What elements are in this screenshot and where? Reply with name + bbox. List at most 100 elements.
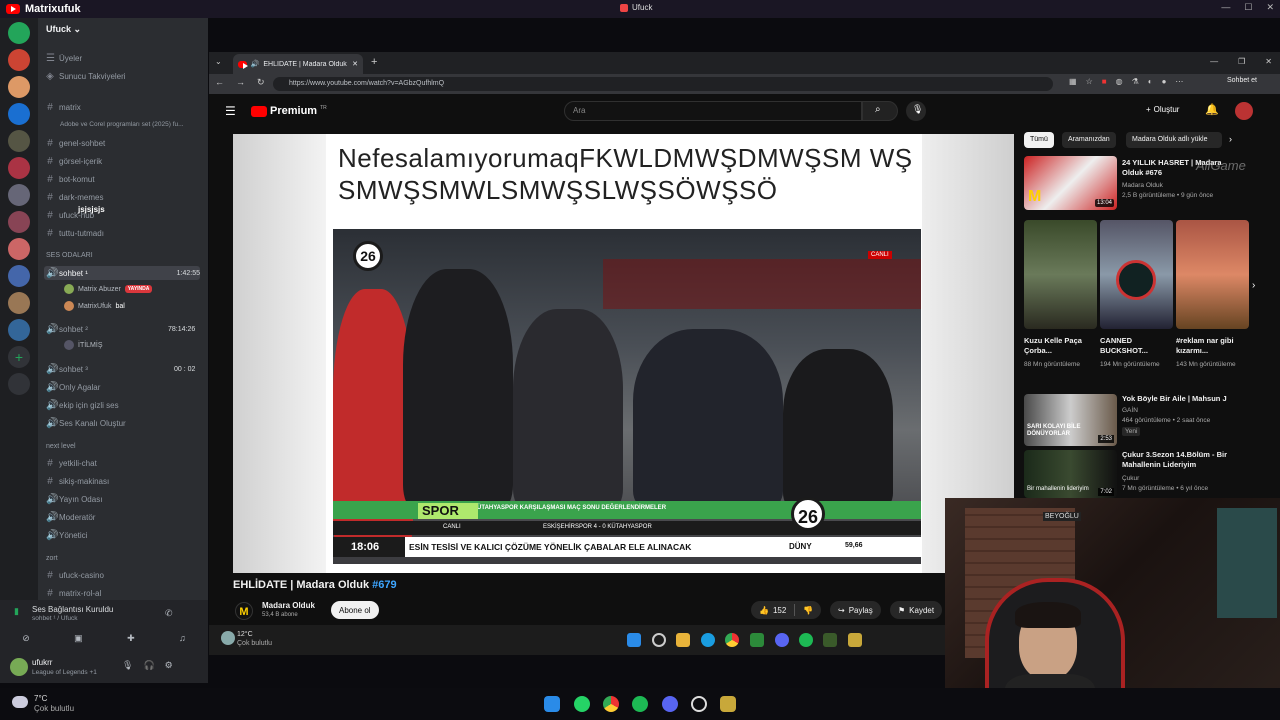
search-button[interactable]: ⌕	[862, 101, 898, 121]
spotify-icon[interactable]	[799, 633, 813, 647]
obs-icon[interactable]	[691, 696, 707, 712]
video-title[interactable]: Yok Böyle Bir Aile | Mahsun J	[1122, 394, 1240, 404]
voice-channel[interactable]: 🔊 sohbet ¹ 1:42:55	[44, 266, 200, 280]
server-icon[interactable]	[8, 292, 30, 314]
close-icon[interactable]: ✕	[1266, 2, 1274, 13]
spotify-icon[interactable]	[632, 696, 648, 712]
copilot-button[interactable]: Sohbet et	[1227, 77, 1257, 84]
short-thumbnail[interactable]	[1100, 220, 1173, 329]
menu-icon[interactable]: ⋯	[1175, 77, 1183, 86]
channel-text[interactable]: #⁠ufuck-hub	[46, 208, 94, 222]
server-icon[interactable]	[8, 49, 30, 71]
voice-search-button[interactable]: 🎙	[906, 101, 926, 121]
channel-text[interactable]: # sikiş-makinası	[46, 474, 109, 488]
hashtag-link[interactable]: #679	[372, 579, 396, 591]
video-thumbnail[interactable]: Bir mahallenin lideriyim 7:02	[1024, 450, 1117, 498]
camera-off-icon[interactable]: ⊘	[22, 633, 30, 644]
restore-icon[interactable]: ❐	[1238, 57, 1245, 66]
channel-avatar[interactable]: M	[235, 602, 253, 620]
server-icon[interactable]	[8, 319, 30, 341]
back-icon[interactable]: ←	[215, 77, 224, 88]
chip-all[interactable]: Tümü	[1024, 132, 1054, 148]
channel-text[interactable]: #⁠tuttu-tutmadı	[46, 226, 104, 240]
tab-list-icon[interactable]: ⌄	[215, 57, 222, 66]
chevron-right-icon[interactable]: ›	[1229, 134, 1232, 144]
voice-user[interactable]: İTİLMİŞ	[64, 340, 103, 350]
short-thumbnail[interactable]	[1024, 220, 1097, 329]
server-icon[interactable]	[8, 76, 30, 98]
category-next-level[interactable]: next level	[46, 443, 76, 450]
server-icon[interactable]	[8, 157, 30, 179]
channel-boosts[interactable]: ◈ Sunucu Takviyeleri	[46, 69, 125, 83]
short-title[interactable]: CANNED BUCKSHOT...	[1100, 336, 1162, 356]
voice-category[interactable]: SES ODALARI	[46, 252, 93, 259]
add-server-icon[interactable]: +	[8, 346, 30, 368]
channel-text[interactable]: #⁠genel-sohbet	[46, 136, 105, 150]
voice-channel[interactable]: 🔊 sohbet ² 78:14:26	[46, 322, 195, 336]
server-name[interactable]: Ufuck ⌄	[46, 24, 81, 35]
voice-user[interactable]: MatrixUfuk bal	[64, 301, 125, 311]
league-icon[interactable]	[720, 696, 736, 712]
server-icon[interactable]	[8, 265, 30, 287]
thumbs-down-icon[interactable]: 👎	[803, 606, 813, 615]
speaker-icon[interactable]: 🔊	[251, 60, 260, 68]
headphones-icon[interactable]: 🎧	[143, 660, 154, 671]
soundboard-icon[interactable]: ♫	[179, 633, 186, 643]
mic-icon[interactable]: 🎙	[122, 660, 133, 671]
minecraft-icon[interactable]	[823, 633, 837, 647]
create-button[interactable]: + Oluştur	[1146, 105, 1179, 114]
app-icon[interactable]: ▦	[1069, 77, 1077, 86]
video-player[interactable]: NefesalamıyorumaqFKWLDMWŞDMWŞSM WŞSMWŞSM…	[233, 134, 1014, 573]
voice-channel[interactable]: 🔊 Only Agalar	[46, 380, 100, 394]
maximize-icon[interactable]: ☐	[1244, 2, 1252, 13]
server-icon[interactable]	[8, 184, 30, 206]
screen-share-icon[interactable]: ▣	[74, 633, 83, 644]
chip-from-search[interactable]: Aramanızdan	[1062, 132, 1116, 148]
url-input[interactable]: https://www.youtube.com/watch?v=AGbzQufh…	[273, 77, 1053, 91]
video-thumbnail[interactable]: SARI KOLAYI BİLE DÖNÜYORLAR 2:53	[1024, 394, 1117, 446]
channel-members[interactable]: ☰ Üyeler	[46, 51, 82, 65]
channel-text[interactable]: #⁠matrix-rol-al	[46, 586, 101, 600]
discord-icon[interactable]	[662, 696, 678, 712]
server-icon[interactable]	[8, 103, 30, 125]
extension-icon[interactable]: ◐	[1148, 77, 1153, 86]
menu-icon[interactable]: ☰	[225, 104, 236, 118]
new-tab-icon[interactable]: +	[371, 56, 377, 68]
voice-channel[interactable]: 🔊 Yayın Odası	[46, 492, 102, 506]
save-button[interactable]: ⚑ Kaydet	[890, 601, 943, 619]
channel-matrix[interactable]: # matrix	[46, 100, 81, 114]
thread-item[interactable]: Adobe ve Corel programları set (2025) fu…	[60, 117, 184, 131]
explore-icon[interactable]	[8, 373, 30, 395]
server-icon[interactable]	[8, 130, 30, 152]
voice-channel[interactable]: 🔊 ekip için gizli ses	[46, 398, 119, 412]
extension-icon[interactable]: ◍	[1116, 77, 1123, 86]
whatsapp-icon[interactable]	[574, 696, 590, 712]
short-title[interactable]: Kuzu Kelle Paça Çorba...	[1024, 336, 1086, 356]
avatar[interactable]	[10, 658, 28, 676]
short-title[interactable]: #reklam nar gibi kızarmı...	[1176, 336, 1238, 356]
settings-icon[interactable]: ⚙	[165, 660, 173, 671]
chrome-icon[interactable]	[603, 696, 619, 712]
discord-icon[interactable]	[775, 633, 789, 647]
channel-text[interactable]: #⁠yetkili-chat	[46, 456, 97, 470]
extension-icon[interactable]: ⚗	[1132, 77, 1139, 86]
forward-icon[interactable]: →	[236, 77, 245, 88]
notifications-icon[interactable]: 🔔	[1205, 103, 1219, 116]
avatar[interactable]	[1235, 102, 1253, 120]
create-voice-channel[interactable]: 🔊 Ses Kanalı Oluştur	[46, 416, 126, 430]
channel-text[interactable]: #⁠bot-komut	[46, 172, 94, 186]
reload-icon[interactable]: ↻	[257, 77, 265, 88]
star-icon[interactable]: ☆	[1086, 77, 1093, 86]
voice-channel[interactable]: 🔊 Yönetici	[46, 528, 87, 542]
close-tab-icon[interactable]: ✕	[352, 60, 358, 68]
chrome-icon[interactable]	[725, 633, 739, 647]
short-thumbnail[interactable]	[1176, 220, 1249, 329]
voice-user[interactable]: Matrix Abuzer YAYINDA	[64, 284, 153, 294]
extension-icon[interactable]: ■	[1102, 77, 1107, 86]
chip-channel[interactable]: Madara Olduk adlı yükle	[1126, 132, 1222, 148]
chevron-right-icon[interactable]: ›	[1252, 280, 1255, 291]
category-zort[interactable]: zort	[46, 555, 58, 562]
video-title[interactable]: Çukur 3.Sezon 14.Bölüm - Bir Mahallenin …	[1122, 450, 1240, 470]
search-icon[interactable]	[652, 633, 666, 647]
search-input[interactable]: Ara	[564, 101, 862, 121]
